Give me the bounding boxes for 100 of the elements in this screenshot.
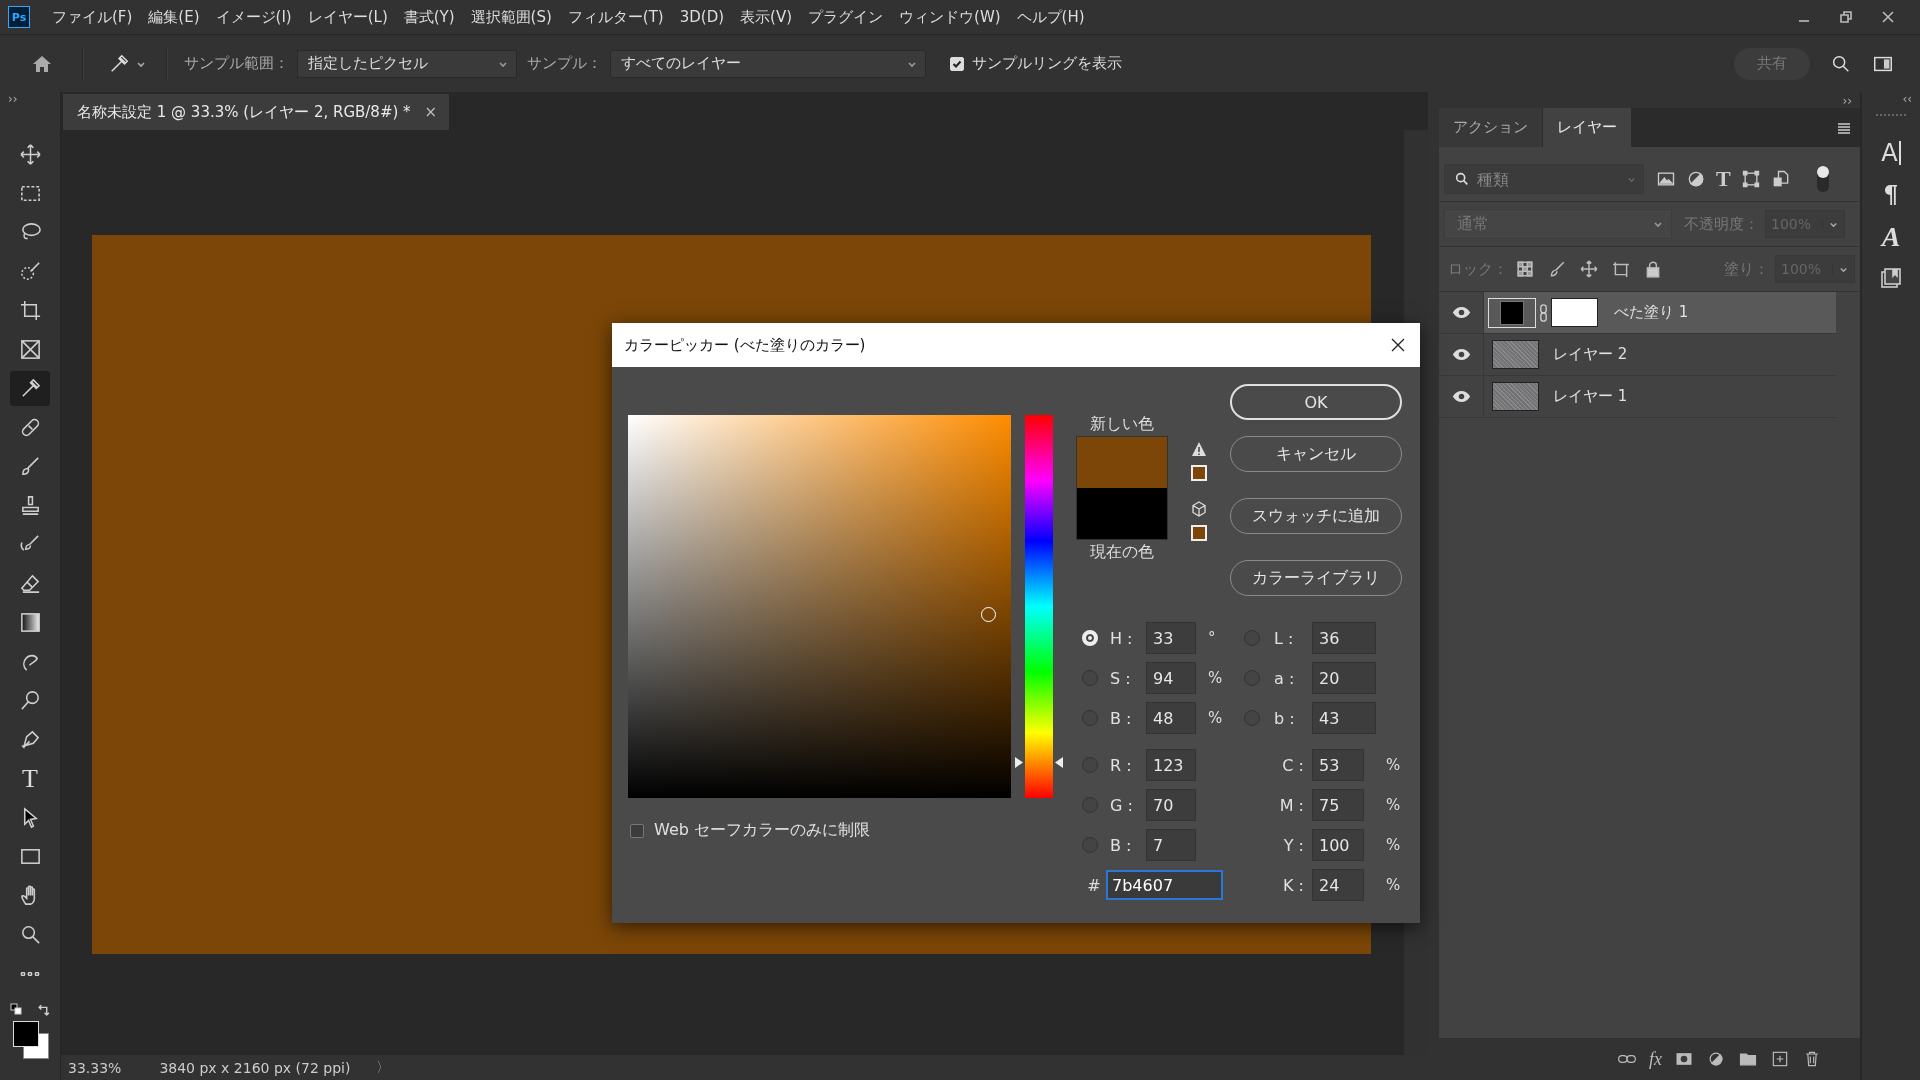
fill-layer-thumbnail (1488, 297, 1536, 328)
layer-row[interactable]: レイヤー 2 (1484, 334, 1836, 375)
color-field[interactable] (628, 415, 1011, 798)
field-label: M : (1278, 795, 1305, 815)
menu-item[interactable]: ファイル(F) (44, 7, 141, 27)
field-label: b : (1273, 708, 1296, 728)
tool-button[interactable]: T (10, 761, 50, 796)
filter-field[interactable]: 種類 (1444, 164, 1644, 194)
checkerboard-icon[interactable] (1516, 260, 1534, 278)
menu-item[interactable]: ヘルプ(H) (1008, 7, 1093, 27)
book-icon[interactable] (1879, 266, 1903, 290)
value-field[interactable]: 75 (1312, 789, 1364, 821)
search-icon (1454, 171, 1470, 187)
eye-icon[interactable] (1451, 306, 1471, 319)
layer-row[interactable]: べた塗り 1 (1484, 292, 1836, 333)
field-label: a : (1273, 668, 1296, 688)
gamut-swatch[interactable] (1191, 525, 1207, 541)
value-field[interactable]: 33 (1146, 622, 1196, 654)
layer-row[interactable]: レイヤー 1 (1484, 376, 1836, 417)
value-field[interactable]: 36 (1312, 622, 1376, 654)
hex-field[interactable]: 7b4607 (1106, 870, 1223, 900)
restore-icon[interactable] (1838, 9, 1854, 25)
value-field[interactable]: 94 (1146, 662, 1196, 694)
lock-icon[interactable] (1644, 260, 1662, 278)
menu-item[interactable]: 選択範囲(S) (462, 7, 560, 27)
panel-icon-button[interactable]: ¶ (1883, 174, 1899, 216)
value-field[interactable]: 43 (1312, 702, 1376, 734)
chain-link-icon[interactable] (1539, 303, 1548, 322)
field-label: R : (1109, 755, 1133, 775)
value-field[interactable]: 7 (1146, 829, 1196, 861)
panel-icon-button[interactable]: A (1881, 141, 1901, 165)
value-field[interactable]: 20 (1312, 662, 1376, 694)
document-title: 名称未設定 1 @ 33.3% (レイヤー 2, RGB/8#) * (77, 102, 411, 122)
document-tab[interactable]: 名称未設定 1 @ 33.3% (レイヤー 2, RGB/8#) * × (63, 94, 450, 130)
value-field[interactable]: 48 (1146, 702, 1196, 734)
menu-item[interactable]: レイヤー(L) (299, 7, 396, 27)
caret-icon (1627, 175, 1636, 184)
unit-label: ° (1207, 629, 1217, 647)
tool-button[interactable] (10, 371, 50, 406)
unit-label: % (1385, 756, 1400, 774)
swap-icon[interactable] (37, 1003, 50, 1016)
field-label: B : (1109, 835, 1133, 855)
fx-button[interactable]: fx (1649, 1048, 1662, 1070)
field-label: G : (1109, 795, 1134, 815)
panel-tab[interactable]: レイヤー (1543, 108, 1631, 147)
collapse-toggle[interactable]: ‹‹ (1894, 92, 1920, 106)
default-colors-icon[interactable] (10, 1003, 22, 1015)
sample-size-label: サンプル範囲： (184, 54, 289, 73)
panel-tab[interactable]: アクション (1439, 108, 1542, 147)
type-filter-button[interactable]: T (1716, 168, 1731, 190)
collapse-toggle[interactable]: ›› (0, 92, 18, 106)
value-field[interactable]: 123 (1146, 749, 1196, 781)
crossed-frame-icon (18, 338, 42, 361)
tab-close[interactable]: × (424, 103, 438, 121)
field-label: Y : (1282, 835, 1305, 855)
dialog-button[interactable]: OK (1230, 384, 1402, 420)
mask-thumbnail (1551, 298, 1598, 327)
status-menu-arrow[interactable]: 〉 (376, 1058, 391, 1077)
field-label: H : (1109, 628, 1134, 648)
menu-item[interactable]: ウィンドウ(W) (891, 7, 1009, 27)
menu-item[interactable]: フィルター(T) (559, 7, 672, 27)
checkbox[interactable] (630, 823, 644, 838)
sample-dropdown[interactable]: すべてのレイヤー (610, 49, 926, 78)
eye-icon[interactable] (1451, 390, 1471, 403)
field-label: C : (1281, 755, 1305, 775)
toggle-switch[interactable] (1816, 166, 1829, 192)
value-field[interactable]: 70 (1146, 789, 1196, 821)
gamut-swatch[interactable] (1191, 465, 1207, 481)
move-icon[interactable] (1580, 260, 1598, 278)
menu-item[interactable]: 表示(V) (732, 7, 801, 27)
collapse-toggle[interactable]: ›› (1834, 94, 1860, 108)
eye-icon[interactable] (1451, 348, 1471, 361)
menu-item[interactable]: 3D(D) (671, 8, 733, 26)
frame-corners-icon[interactable] (1740, 169, 1761, 189)
frame-corners-icon[interactable] (1612, 260, 1630, 278)
value-field[interactable]: 24 (1312, 869, 1364, 901)
field-label: B : (1109, 708, 1133, 728)
panel-icon-button[interactable]: A (1881, 216, 1901, 258)
crop-icon (18, 299, 42, 322)
value-field[interactable]: 53 (1312, 749, 1364, 781)
close-icon[interactable] (1880, 9, 1896, 25)
value-field[interactable]: 100 (1312, 829, 1364, 861)
brush-icon[interactable] (1548, 260, 1566, 278)
close-icon[interactable] (1390, 337, 1406, 353)
dialog-title: カラーピッカー (べた塗りのカラー) (624, 335, 866, 355)
foreground-color-swatch[interactable] (13, 1021, 39, 1047)
half-circle-icon[interactable] (1686, 169, 1706, 189)
menu-item[interactable]: イメージ(I) (207, 7, 300, 27)
app-logo: Ps (8, 6, 30, 28)
background-color-swatch[interactable] (23, 1033, 49, 1059)
sample-label: サンプル： (527, 54, 602, 73)
field-label: S : (1109, 668, 1132, 688)
document-size: 3840 px x 2160 px (72 ppi) (159, 1059, 351, 1076)
menu-item[interactable]: 編集(E) (140, 7, 208, 27)
eyedropper-icon[interactable] (108, 52, 130, 75)
menu-item[interactable]: 書式(Y) (395, 7, 463, 27)
slider-thumb[interactable] (1014, 756, 1064, 768)
menu-item[interactable]: プラグイン (800, 7, 892, 27)
sample-size-dropdown[interactable]: 指定したピクセル (297, 49, 517, 78)
add-layer-icon[interactable] (1770, 1049, 1790, 1069)
